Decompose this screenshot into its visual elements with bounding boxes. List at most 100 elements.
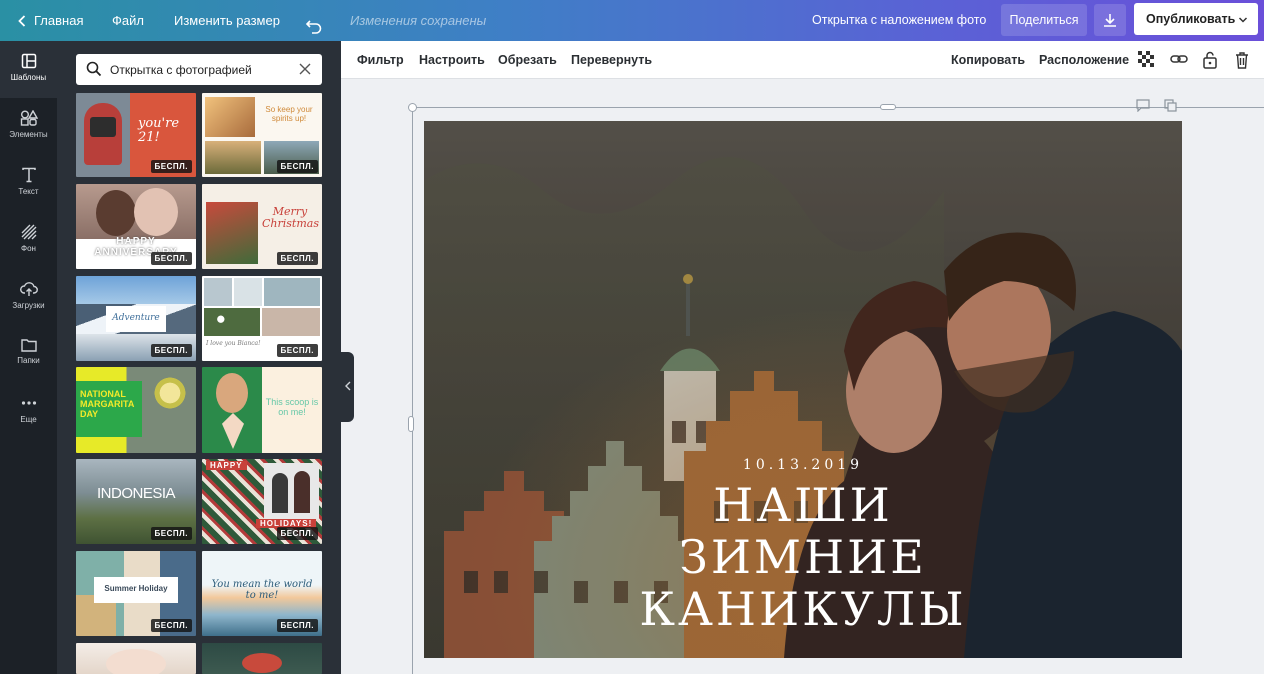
background-icon (21, 224, 36, 240)
template-text: INDONESIA (96, 485, 176, 502)
trash-icon[interactable] (1235, 51, 1249, 72)
template-text: This scoop is on me! (265, 397, 319, 417)
arrange-button[interactable]: Расположение (1039, 41, 1129, 79)
elements-icon (20, 110, 38, 126)
free-badge: БЕСПЛ. (276, 527, 318, 540)
templates-icon (21, 53, 36, 69)
share-button[interactable]: Поделиться (1001, 4, 1087, 36)
card-title-line: ЗИМНИЕ (679, 530, 927, 584)
clear-search-icon[interactable] (298, 62, 312, 81)
free-badge: БЕСПЛ. (276, 344, 318, 357)
card-title-line: НАШИ (713, 478, 893, 532)
save-status: Изменения сохранены (350, 13, 487, 28)
free-badge: БЕСПЛ. (276, 160, 318, 173)
text-icon (21, 167, 36, 183)
rail-item-more[interactable]: Еще (0, 383, 57, 440)
rail-item-uploads[interactable]: Загрузки (0, 269, 57, 326)
duplicate-page-icon[interactable] (1164, 99, 1177, 117)
free-badge: БЕСПЛ. (150, 344, 192, 357)
rail-item-folders[interactable]: Папки (0, 326, 57, 383)
rail-label: Папки (17, 356, 40, 365)
chevron-down-icon (1238, 3, 1248, 35)
chevron-left-icon (18, 14, 26, 27)
template-thumbnail[interactable]: NATIONAL MARGARITA DAY (76, 367, 196, 453)
template-text: Summer Holiday (104, 584, 168, 593)
undo-icon (305, 20, 322, 34)
free-badge: БЕСПЛ. (150, 527, 192, 540)
image-toolbar: Фильтр Настроить Обрезать Перевернуть Ко… (341, 41, 1264, 79)
template-thumbnail[interactable]: Adventure БЕСПЛ. (76, 276, 196, 361)
free-badge: БЕСПЛ. (276, 252, 318, 265)
collapse-panel-button[interactable] (341, 352, 354, 422)
template-thumbnail[interactable]: I love you Bianca! БЕСПЛ. (202, 276, 322, 361)
templates-panel: you're 21! БЕСПЛ. So keep your spirits u… (57, 41, 341, 674)
publish-button[interactable]: Опубликовать (1134, 3, 1258, 35)
document-title[interactable]: Открытка с наложением фото (812, 0, 986, 41)
template-text: Merry Christmas (262, 205, 319, 230)
rail-label: Фон (21, 244, 36, 253)
rail-item-background[interactable]: Фон (0, 212, 57, 269)
filter-button[interactable]: Фильтр (357, 41, 404, 79)
transparency-icon[interactable] (1138, 51, 1154, 70)
rail-label: Еще (20, 415, 37, 424)
file-menu[interactable]: Файл (112, 0, 144, 41)
top-bar: Главная Файл Изменить размер Изменения с… (0, 0, 1264, 41)
template-text: So keep your spirits up! (265, 105, 313, 123)
free-badge: БЕСПЛ. (276, 619, 318, 632)
home-label: Главная (34, 13, 84, 28)
template-thumbnail[interactable]: HAPPY HOLIDAYS! БЕСПЛ. (202, 459, 322, 544)
flip-button[interactable]: Перевернуть (571, 41, 652, 79)
template-thumbnail[interactable]: Merry Christmas БЕСПЛ. (202, 184, 322, 269)
copy-button[interactable]: Копировать (951, 41, 1025, 79)
side-rail: Шаблоны Элементы Текст Фон Загрузки Папк… (0, 41, 57, 674)
search-input[interactable] (110, 54, 290, 85)
free-badge: БЕСПЛ. (150, 619, 192, 632)
free-badge: БЕСПЛ. (150, 160, 192, 173)
adjust-button[interactable]: Настроить (419, 41, 485, 79)
rail-label: Шаблоны (10, 73, 47, 82)
rail-label: Элементы (9, 130, 48, 139)
rail-label: Загрузки (12, 301, 45, 310)
rail-item-templates[interactable]: Шаблоны (0, 41, 57, 98)
uploads-icon (19, 282, 38, 296)
comment-icon[interactable] (1136, 99, 1150, 117)
rail-item-elements[interactable]: Элементы (0, 98, 57, 155)
template-text: Adventure (112, 313, 160, 323)
rail-label: Текст (18, 187, 39, 196)
resize-handle[interactable] (880, 104, 896, 110)
template-thumbnail[interactable] (202, 643, 322, 674)
more-icon (21, 401, 36, 405)
template-thumbnail[interactable]: INDONESIA БЕСПЛ. (76, 459, 196, 544)
template-text: you're 21! (138, 116, 180, 145)
template-thumbnail[interactable]: You mean the world to me! БЕСПЛ. (202, 551, 322, 636)
template-thumbnail[interactable]: you're 21! БЕСПЛ. (76, 93, 196, 177)
chevron-left-icon (344, 381, 350, 391)
template-thumbnail[interactable] (76, 643, 196, 674)
home-button[interactable]: Главная (18, 0, 83, 41)
lock-icon[interactable] (1203, 51, 1217, 72)
download-button[interactable] (1094, 4, 1126, 36)
resize-button[interactable]: Изменить размер (174, 0, 280, 41)
template-text: NATIONAL MARGARITA DAY (80, 389, 134, 419)
template-text: I love you Bianca! (206, 340, 261, 347)
rail-item-text[interactable]: Текст (0, 155, 57, 212)
card-date[interactable]: 10.13.2019 (424, 457, 1182, 473)
design-canvas[interactable]: 10.13.2019 НАШИ ЗИМНИЕ КАНИКУЛЫ (424, 121, 1182, 658)
link-icon[interactable] (1170, 51, 1188, 70)
template-thumbnail[interactable]: This scoop is on me! (202, 367, 322, 453)
search-icon (86, 61, 102, 82)
card-title-line: КАНИКУЛЫ (639, 582, 967, 636)
undo-button[interactable] (305, 10, 325, 34)
download-icon (1104, 14, 1116, 27)
template-thumbnail[interactable]: So keep your spirits up! БЕСПЛ. (202, 93, 322, 177)
free-badge: БЕСПЛ. (150, 252, 192, 265)
template-text: You mean the world to me! (211, 579, 313, 601)
card-title[interactable]: НАШИ ЗИМНИЕ КАНИКУЛЫ (424, 479, 1182, 635)
template-thumbnail[interactable]: Summer Holiday БЕСПЛ. (76, 551, 196, 636)
crop-button[interactable]: Обрезать (498, 41, 557, 79)
template-search (76, 54, 322, 85)
folder-icon (20, 339, 37, 352)
template-thumbnail[interactable]: HAPPY ANNIVERSARY БЕСПЛ. (76, 184, 196, 269)
resize-handle[interactable] (408, 103, 417, 112)
resize-handle[interactable] (408, 416, 414, 432)
